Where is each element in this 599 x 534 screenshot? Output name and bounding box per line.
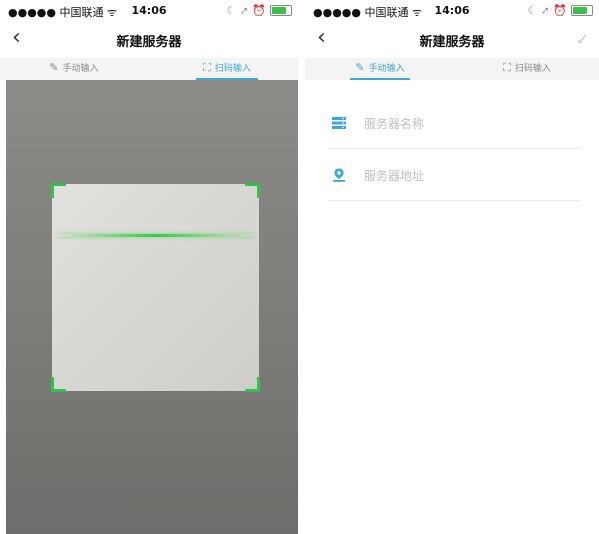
tab-label: 扫码输入 (514, 64, 551, 74)
scan-frame-corner (245, 183, 260, 198)
server-icon (332, 117, 346, 129)
tab-manual-input[interactable]: ✎ 手动输入 (0, 58, 148, 80)
server-name-input[interactable] (362, 112, 566, 136)
edit-icon: ✎ (355, 61, 365, 74)
nav-bar: ‹ 新建服务器 (0, 22, 298, 58)
status-bar: ●●●●● 中国联通 ᯤ 14:06 ☾ ➚ ⏰ (0, 0, 298, 22)
server-address-input[interactable] (362, 164, 566, 188)
tab-manual-input[interactable]: ✎ 手动输入 (350, 58, 410, 80)
scan-frame-corner (51, 183, 66, 198)
scan-frame-corner (245, 377, 260, 392)
battery-icon (571, 5, 593, 16)
status-bar: ●●●●● 中国联通 ᯤ 14:06 ☾ ➚ ⏰ (305, 0, 599, 22)
scan-icon: ⛶ (503, 61, 511, 74)
edit-icon: ✎ (49, 61, 59, 74)
manual-input-screen: ●●●●● 中国联通 ᯤ 14:06 ☾ ➚ ⏰ ‹ 新建服务器 ✓ ✎ 手动输入… (305, 0, 599, 534)
status-indicators: ☾ ➚ ⏰ (527, 4, 567, 17)
server-address-field (328, 150, 581, 201)
tab-scan-input[interactable]: ⛶ 扫码输入 (455, 58, 599, 80)
scan-line (58, 234, 253, 237)
location-pin-icon (333, 168, 345, 182)
battery-icon (270, 5, 292, 16)
scan-icon: ⛶ (203, 61, 211, 74)
scan-frame-corner (51, 377, 66, 392)
nav-bar: ‹ 新建服务器 ✓ (305, 22, 599, 58)
status-indicators: ☾ ➚ ⏰ (226, 4, 266, 17)
input-mode-tabs: ✎ 手动输入 ⛶ 扫码输入 (0, 58, 298, 80)
confirm-check-icon[interactable]: ✓ (576, 30, 589, 49)
tab-label: 手动输入 (368, 64, 405, 74)
divider (298, 0, 305, 534)
tab-label: 手动输入 (62, 64, 99, 74)
scan-frame (51, 183, 260, 392)
tab-scan-input[interactable]: ⛶ 扫码输入 (196, 58, 258, 80)
page-title: 新建服务器 (116, 35, 182, 50)
page-title: 新建服务器 (419, 35, 485, 50)
scan-screen: ●●●●● 中国联通 ᯤ 14:06 ☾ ➚ ⏰ ‹ 新建服务器 ✎ 手动输入 ⛶… (0, 0, 298, 534)
camera-preview (6, 80, 298, 534)
server-name-field (328, 98, 581, 149)
tab-label: 扫码输入 (214, 64, 251, 74)
input-mode-tabs: ✎ 手动输入 ⛶ 扫码输入 (305, 58, 599, 80)
